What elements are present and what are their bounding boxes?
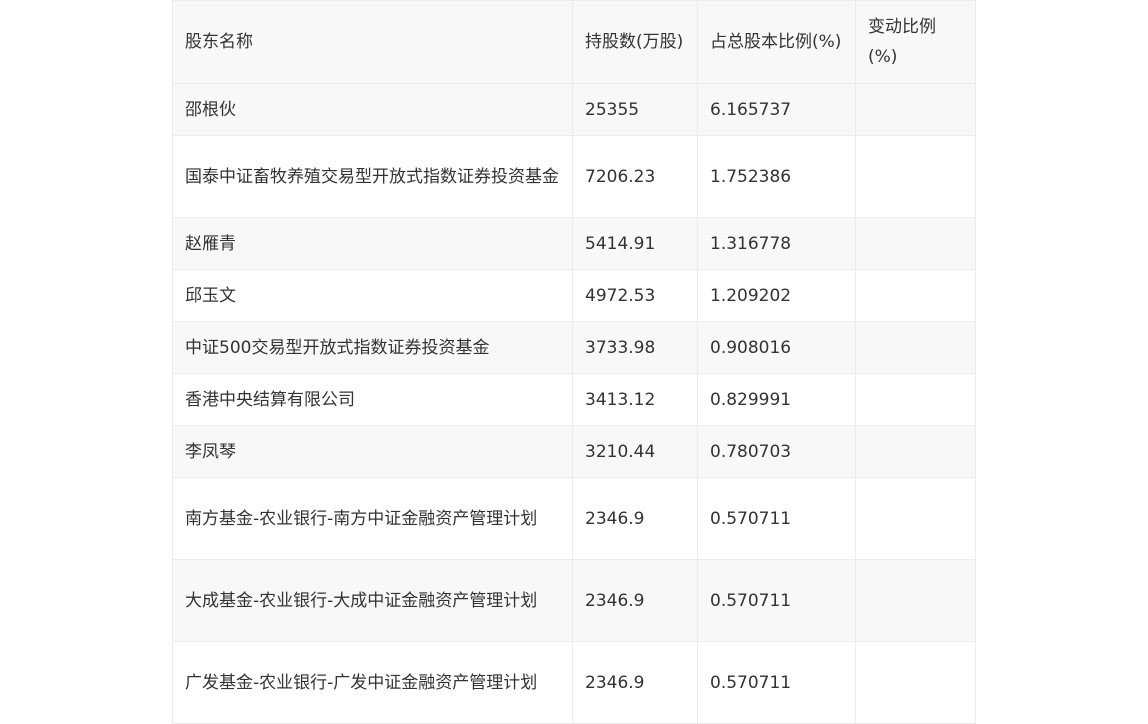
cell-change (855, 425, 976, 478)
cell-name: 香港中央结算有限公司 (172, 373, 573, 426)
table-header-row: 股东名称 持股数(万股) 占总股本比例(%) 变动比例(%) (172, 0, 976, 84)
cell-ratio: 0.908016 (697, 321, 856, 374)
cell-ratio: 0.570711 (697, 641, 856, 724)
cell-change (855, 373, 976, 426)
header-shares: 持股数(万股) (572, 0, 698, 84)
cell-ratio: 1.316778 (697, 217, 856, 270)
cell-shares: 3413.12 (572, 373, 698, 426)
cell-shares: 3733.98 (572, 321, 698, 374)
cell-shares: 25355 (572, 83, 698, 136)
cell-name: 赵雁青 (172, 217, 573, 270)
cell-name: 李凤琴 (172, 425, 573, 478)
shareholders-table: 股东名称 持股数(万股) 占总股本比例(%) 变动比例(%) 邵根伙 25355… (172, 0, 976, 724)
table-row: 赵雁青 5414.91 1.316778 (172, 217, 976, 270)
table-row: 大成基金-农业银行-大成中证金融资产管理计划 2346.9 0.570711 (172, 559, 976, 642)
cell-shares: 5414.91 (572, 217, 698, 270)
cell-change (855, 83, 976, 136)
cell-shares: 3210.44 (572, 425, 698, 478)
cell-shares: 2346.9 (572, 641, 698, 724)
cell-ratio: 0.780703 (697, 425, 856, 478)
cell-change (855, 641, 976, 724)
cell-shares: 2346.9 (572, 559, 698, 642)
cell-name: 大成基金-农业银行-大成中证金融资产管理计划 (172, 559, 573, 642)
cell-name: 广发基金-农业银行-广发中证金融资产管理计划 (172, 641, 573, 724)
cell-shares: 4972.53 (572, 269, 698, 322)
cell-change (855, 217, 976, 270)
cell-change (855, 559, 976, 642)
cell-name: 邵根伙 (172, 83, 573, 136)
header-share-ratio: 占总股本比例(%) (697, 0, 856, 84)
table-row: 广发基金-农业银行-广发中证金融资产管理计划 2346.9 0.570711 (172, 641, 976, 724)
cell-ratio: 1.752386 (697, 135, 856, 218)
cell-name: 南方基金-农业银行-南方中证金融资产管理计划 (172, 477, 573, 560)
header-change-ratio: 变动比例(%) (855, 0, 976, 84)
cell-name: 中证500交易型开放式指数证券投资基金 (172, 321, 573, 374)
cell-shares: 7206.23 (572, 135, 698, 218)
table-row: 李凤琴 3210.44 0.780703 (172, 425, 976, 478)
table-row: 南方基金-农业银行-南方中证金融资产管理计划 2346.9 0.570711 (172, 477, 976, 560)
table-row: 香港中央结算有限公司 3413.12 0.829991 (172, 373, 976, 426)
cell-change (855, 269, 976, 322)
cell-change (855, 477, 976, 560)
table-row: 邱玉文 4972.53 1.209202 (172, 269, 976, 322)
cell-ratio: 6.165737 (697, 83, 856, 136)
cell-ratio: 1.209202 (697, 269, 856, 322)
cell-shares: 2346.9 (572, 477, 698, 560)
table-row: 邵根伙 25355 6.165737 (172, 83, 976, 136)
cell-name: 国泰中证畜牧养殖交易型开放式指数证券投资基金 (172, 135, 573, 218)
cell-ratio: 0.570711 (697, 477, 856, 560)
header-shareholder-name: 股东名称 (172, 0, 573, 84)
cell-name: 邱玉文 (172, 269, 573, 322)
cell-change (855, 321, 976, 374)
table-row: 国泰中证畜牧养殖交易型开放式指数证券投资基金 7206.23 1.752386 (172, 135, 976, 218)
table-row: 中证500交易型开放式指数证券投资基金 3733.98 0.908016 (172, 321, 976, 374)
cell-change (855, 135, 976, 218)
cell-ratio: 0.829991 (697, 373, 856, 426)
cell-ratio: 0.570711 (697, 559, 856, 642)
